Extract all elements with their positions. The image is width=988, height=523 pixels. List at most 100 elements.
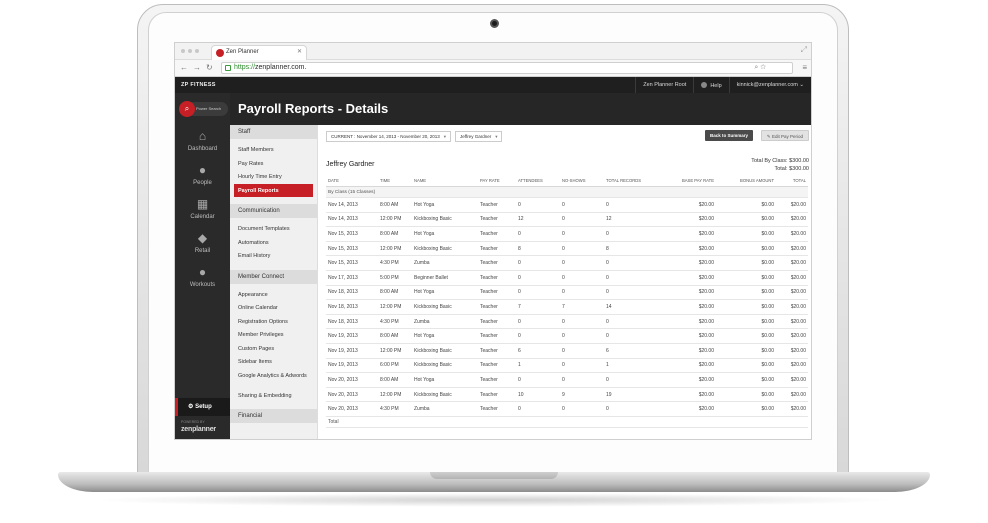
col-pay-rate[interactable]: Pay Rate [478, 175, 516, 187]
col-bonus-amount[interactable]: Bonus Amount [716, 175, 776, 187]
forward-icon[interactable]: → [193, 63, 201, 72]
table-cell: 0 [604, 270, 660, 286]
table-cell: 14 [604, 299, 660, 315]
table-cell: $20.00 [776, 197, 808, 213]
col-base-pay-rate[interactable]: Base Pay Rate [660, 175, 716, 187]
table-cell: 8 [516, 241, 560, 257]
page-title: Payroll Reports - Details [238, 101, 389, 116]
table-cell: 7 [516, 299, 560, 315]
zenplanner-logo: zenplanner [181, 426, 216, 433]
window-dot-icon[interactable] [188, 49, 192, 53]
table-cell: Hot Yoga [412, 197, 478, 213]
table-cell: $20.00 [776, 401, 808, 417]
table-cell: $0.00 [716, 255, 776, 271]
table-cell: Nov 15, 2013 [326, 255, 378, 271]
table-cell: 6 [604, 343, 660, 359]
chevron-down-icon: ⌄ [799, 82, 804, 88]
staff-select[interactable]: Jeffrey Gardner ▾ [455, 131, 503, 142]
window-dot-icon[interactable] [195, 49, 199, 53]
nav-retail[interactable]: ◆ Retail [175, 231, 230, 263]
table-body: By Class (15 Classes) Nov 14, 2013 8:00 A… [326, 186, 808, 428]
resize-icon[interactable]: ⤢ [801, 45, 807, 55]
table-cell: 6:00 PM [378, 358, 412, 374]
window-dot-icon[interactable] [181, 49, 185, 53]
col-no-shows[interactable]: No-Shows [560, 175, 604, 187]
col-total[interactable]: Total [776, 175, 808, 187]
table-cell: $20.00 [660, 358, 716, 374]
submenu-item-hourly-time-entry[interactable]: Hourly Time Entry [230, 170, 317, 184]
browser-tab[interactable]: Zen Planner ✕ [211, 45, 307, 60]
col-total-records[interactable]: Total Records [604, 175, 660, 187]
submenu-item-appearance[interactable]: Appearance [230, 288, 317, 302]
submenu-item-sidebar-items[interactable]: Sidebar Items [230, 355, 317, 369]
account-link[interactable]: Zen Planner Root [635, 77, 693, 93]
user-menu[interactable]: kinnick@zenplanner.com ⌄ [728, 77, 811, 93]
table-cell: $20.00 [776, 343, 808, 359]
submenu-item-member-privileges[interactable]: Member Privileges [230, 328, 317, 342]
submenu-item-payroll-reports[interactable]: Payroll Reports [234, 183, 313, 197]
table-cell: Teacher [478, 328, 516, 344]
submenu-item-google-analytics[interactable]: Google Analytics & Adwords [230, 369, 317, 389]
submenu-item-document-templates[interactable]: Document Templates [230, 222, 317, 236]
table-cell: Kickboxing Basic [412, 387, 478, 403]
submenu-item-custom-pages[interactable]: Custom Pages [230, 342, 317, 356]
table-cell: $0.00 [716, 197, 776, 213]
submenu-item-pay-rates[interactable]: Pay Rates [230, 157, 317, 171]
table-cell: Nov 19, 2013 [326, 343, 378, 359]
reload-icon[interactable]: ↻ [206, 63, 213, 72]
period-select[interactable]: CURRENT : November 14, 2013 - November 2… [326, 131, 452, 142]
col-date[interactable]: Date [326, 175, 378, 187]
table-total-row: Total [326, 416, 808, 428]
table-cell: Teacher [478, 314, 516, 330]
title-band: Payroll Reports - Details [230, 93, 811, 125]
table-cell: Zumba [412, 255, 478, 271]
table-cell: $20.00 [660, 314, 716, 330]
table-row: Nov 17, 2013 5:00 PM Beginner Ballet Teache… [326, 270, 808, 286]
nav-people[interactable]: ● People [175, 163, 230, 195]
table-cell: Teacher [478, 226, 516, 242]
power-search[interactable]: ⌕ Power Search [179, 101, 228, 117]
url-scheme: https:// [234, 64, 256, 71]
table-cell: 0 [604, 372, 660, 388]
table-cell: Teacher [478, 358, 516, 374]
table-cell: 0 [516, 255, 560, 271]
app-body: ⌕ Power Search ⌂ Dashboard ● People ▦ Ca… [175, 93, 811, 439]
table-cell: Kickboxing Basic [412, 241, 478, 257]
col-attendees[interactable]: Attendees [516, 175, 560, 187]
nav-label: Dashboard [187, 146, 218, 152]
nav-workouts[interactable]: ● Workouts [175, 265, 230, 297]
submenu-item-email-history[interactable]: Email History [230, 249, 317, 263]
col-name[interactable]: Name [412, 175, 478, 187]
laptop-notch [430, 472, 558, 479]
search-icon: ⌕ [179, 101, 195, 117]
menu-icon[interactable]: ≡ [802, 63, 807, 72]
table-cell: $20.00 [660, 372, 716, 388]
nav-calendar[interactable]: ▦ Calendar [175, 197, 230, 229]
nav-dashboard[interactable]: ⌂ Dashboard [175, 129, 230, 161]
submenu-item-online-calendar[interactable]: Online Calendar [230, 301, 317, 315]
table-cell: Teacher [478, 255, 516, 271]
submenu-item-registration-options[interactable]: Registration Options [230, 315, 317, 329]
nav-setup[interactable]: ⚙ Setup [175, 398, 230, 416]
table-cell: 0 [560, 328, 604, 344]
close-icon[interactable]: ✕ [297, 48, 302, 55]
table-cell: 0 [560, 241, 604, 257]
edit-pay-period-button[interactable]: ✎ Edit Pay Period [760, 130, 809, 141]
table-cell: Teacher [478, 299, 516, 315]
submenu-item-automations[interactable]: Automations [230, 236, 317, 250]
submenu-item-sharing-embedding[interactable]: Sharing & Embedding [230, 389, 317, 403]
table-cell: 0 [604, 314, 660, 330]
payroll-table: Date Time Name Pay Rate Attendees No-Sho… [326, 175, 808, 428]
submenu-section-financial: Financial [230, 409, 317, 423]
back-to-summary-button[interactable]: Back to Summary [704, 130, 753, 141]
col-time[interactable]: Time [378, 175, 412, 187]
table-cell: 0 [560, 343, 604, 359]
table-row: Nov 19, 2013 12:00 PM Kickboxing Basic Teac… [326, 343, 808, 359]
back-icon[interactable]: ← [180, 63, 188, 72]
search-icon[interactable]: ⌕ ☆ [754, 64, 766, 72]
submenu-item-staff-members[interactable]: Staff Members [230, 143, 317, 157]
table-cell: 8 [604, 241, 660, 257]
table-cell: Hot Yoga [412, 328, 478, 344]
help-link[interactable]: Help [693, 77, 728, 93]
address-bar[interactable]: https://zenplanner.com. ⌕ ☆ [221, 62, 793, 74]
